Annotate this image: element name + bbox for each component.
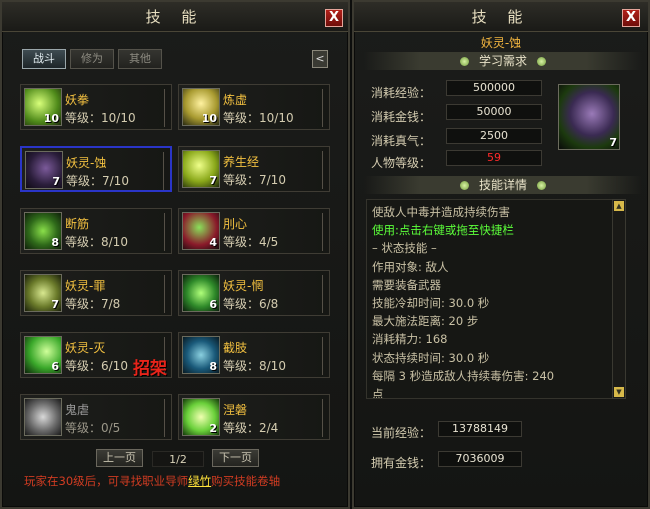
skill-slot[interactable]: 6 妖灵-惘 等级：6/8 (178, 270, 330, 316)
skill-icon: 8 (182, 336, 220, 374)
page-indicator: 1/2 (152, 451, 204, 467)
parry-floating-text: 招架 (133, 359, 167, 379)
skill-slot[interactable]: 10 炼虚 等级：10/10 (178, 84, 330, 130)
skill-name: 截肢 (223, 341, 248, 355)
close-button[interactable]: X (325, 9, 343, 27)
skill-name: 断筋 (65, 217, 90, 231)
bullet-icon (537, 57, 546, 66)
skill-level: 等级：0/5 (65, 421, 121, 435)
skill-slot[interactable]: 鬼虐 等级：0/5 (20, 394, 172, 440)
skill-name: 刖心 (223, 217, 248, 231)
selected-skill-name: 妖灵-蚀 (480, 36, 522, 50)
skill-slot[interactable]: 4 刖心 等级：4/5 (178, 208, 330, 254)
skill-name: 妖灵-蚀 (66, 156, 107, 170)
skill-icon: 10 (182, 88, 220, 126)
qi-cost-label: 消耗真气： (371, 134, 432, 148)
hint-text: 玩家在30级后，可寻找职业导师绿竹购买技能卷轴 (24, 474, 281, 488)
skill-slot[interactable]: 7 妖灵-罪 等级：7/8 (20, 270, 172, 316)
skill-level: 等级：10/10 (65, 111, 136, 125)
skill-level: 等级：8/10 (223, 359, 286, 373)
gold-value: 7036009 (438, 451, 522, 467)
money-cost-label: 消耗金钱： (371, 110, 432, 124)
collapse-button[interactable]: < (312, 50, 328, 68)
skill-description: 使敌人中毒并造成持续伤害 使用:点击右键或拖至快捷栏 – 状态技能 – 作用对象… (366, 199, 620, 399)
skill-name: 妖拳 (65, 93, 90, 107)
skill-level: 等级：10/10 (223, 111, 294, 125)
skill-name: 妖灵-惘 (223, 279, 264, 293)
prev-page-button[interactable]: 上一页 (96, 449, 143, 467)
skills-panel: 技 能 X 战斗 修为 其他 < 10 妖拳 等级：10/10 10 炼虚 等级… (0, 0, 350, 509)
npc-link[interactable]: 绿竹 (188, 474, 211, 488)
skill-icon: 8 (24, 212, 62, 250)
scroll-up-icon[interactable]: ▲ (614, 201, 624, 211)
skill-slot-selected[interactable]: 7 妖灵-蚀 等级：7/10 (20, 146, 172, 192)
tab-combat[interactable]: 战斗 (22, 49, 66, 69)
char-level-label: 人物等级： (371, 156, 432, 170)
scroll-down-icon[interactable]: ▼ (614, 387, 624, 397)
tab-bar: 战斗 修为 其他 (22, 49, 162, 69)
skill-slot[interactable]: 8 断筋 等级：8/10 (20, 208, 172, 254)
bullet-icon (537, 181, 546, 190)
bullet-icon (459, 57, 469, 66)
skill-icon: 7 (25, 151, 63, 189)
current-exp-label: 当前经验： (371, 426, 432, 440)
skill-icon (24, 398, 62, 436)
panel-title: 技 能 (354, 2, 648, 32)
skill-slot[interactable]: 10 妖拳 等级：10/10 (20, 84, 172, 130)
description-scrollbar[interactable]: ▲ ▼ (612, 199, 626, 399)
skill-level: 等级：6/8 (223, 297, 279, 311)
skill-name: 炼虚 (223, 93, 248, 107)
skill-icon: 7 (182, 150, 220, 188)
skill-name: 养生经 (223, 155, 260, 169)
tab-other[interactable]: 其他 (118, 49, 162, 69)
bullet-icon (459, 181, 469, 190)
skill-icon: 10 (24, 88, 62, 126)
exp-cost-value: 500000 (446, 80, 542, 96)
next-page-button[interactable]: 下一页 (212, 449, 259, 467)
skill-level: 等级：7/8 (65, 297, 121, 311)
money-cost-value: 50000 (446, 104, 542, 120)
skill-slot[interactable]: 8 截肢 等级：8/10 (178, 332, 330, 378)
skill-icon: 2 (182, 398, 220, 436)
skill-name: 妖灵-罪 (65, 279, 106, 293)
details-header: 技能详情 (364, 176, 642, 194)
close-button[interactable]: X (622, 9, 640, 27)
skill-level: 等级：7/10 (223, 173, 286, 187)
skill-name: 妖灵-灭 (65, 341, 106, 355)
skill-detail-panel: 技 能 X 妖灵-蚀 学习需求 消耗经验： 500000 消耗金钱： 50000… (352, 0, 650, 509)
skill-level: 等级：8/10 (65, 235, 128, 249)
skill-slot[interactable]: 7 养生经 等级：7/10 (178, 146, 330, 192)
skill-icon: 4 (182, 212, 220, 250)
skill-level: 等级：2/4 (223, 421, 279, 435)
current-exp-value: 13788149 (438, 421, 522, 437)
skill-level: 等级：4/5 (223, 235, 279, 249)
tab-cultivation[interactable]: 修为 (70, 49, 114, 69)
skill-large-icon: 7 (558, 84, 620, 150)
skill-icon: 6 (24, 336, 62, 374)
skill-icon: 6 (182, 274, 220, 312)
skill-name: 鬼虐 (65, 403, 90, 417)
skill-icon: 7 (24, 274, 62, 312)
gold-label: 拥有金钱： (371, 456, 432, 470)
skill-name: 涅磐 (223, 403, 248, 417)
exp-cost-label: 消耗经验： (371, 86, 432, 100)
char-level-value: 59 (446, 150, 542, 166)
skill-level: 等级：7/10 (66, 174, 129, 188)
panel-title: 技 能 (2, 2, 348, 32)
requirements-header: 学习需求 (364, 52, 642, 70)
skill-slot[interactable]: 2 涅磐 等级：2/4 (178, 394, 330, 440)
skill-level: 等级：6/10 (65, 359, 128, 373)
qi-cost-value: 2500 (446, 128, 542, 144)
